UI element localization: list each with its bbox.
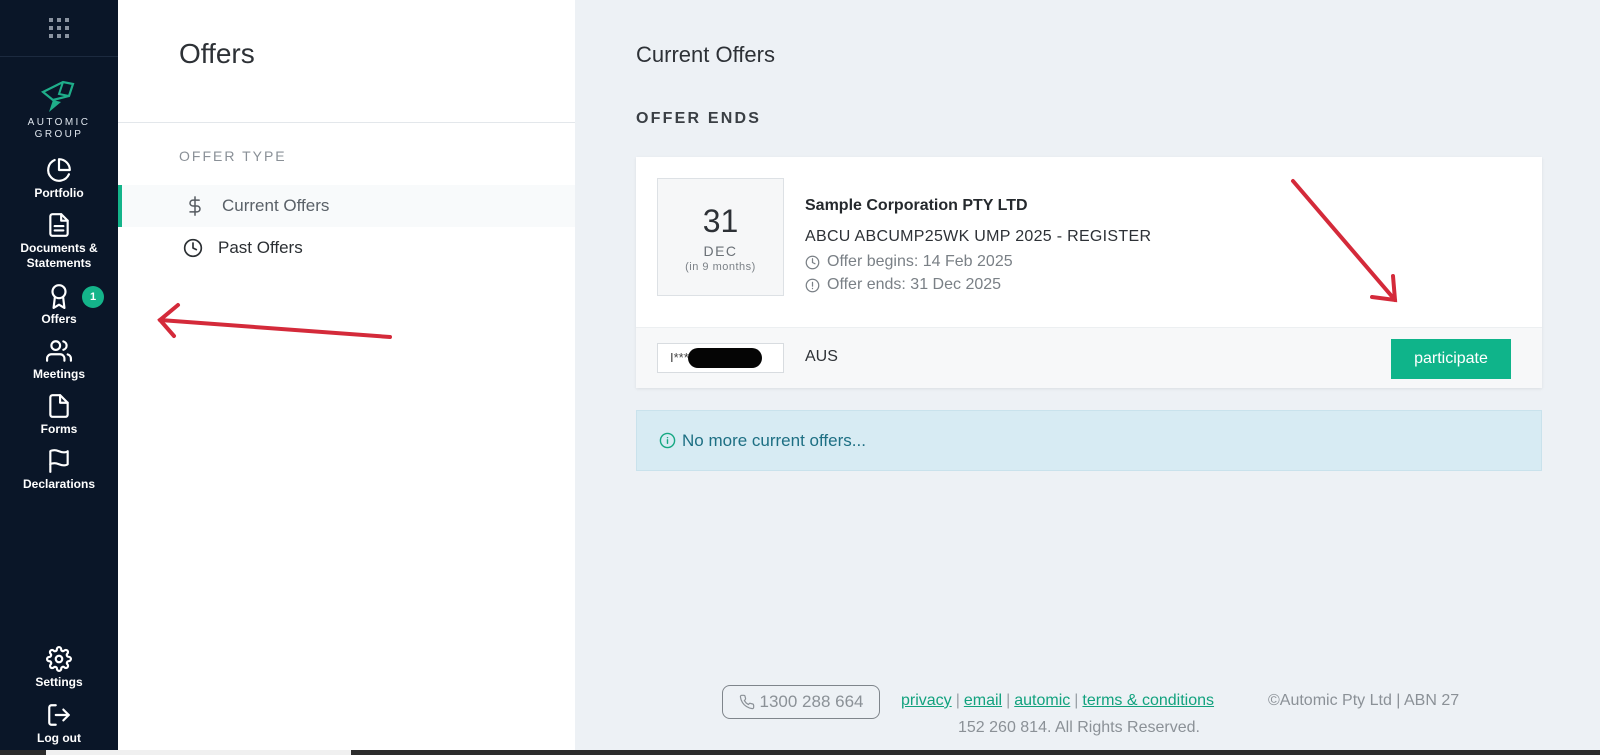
link-separator: | xyxy=(1006,692,1011,709)
offer-ends-heading: OFFER ENDS xyxy=(636,110,762,127)
holder-id: I*** xyxy=(657,343,784,373)
sidebar-item-declarations[interactable]: Declarations xyxy=(0,448,118,492)
offers-count-badge: 1 xyxy=(82,286,104,308)
sidebar-item-label: Forms xyxy=(40,422,78,436)
offer-begins-text: Offer begins: 14 Feb 2025 xyxy=(827,253,1013,270)
info-message: No more current offers... xyxy=(682,430,866,450)
offer-type-label: Current Offers xyxy=(222,196,330,215)
phone-icon xyxy=(739,694,754,710)
taskbar-segment xyxy=(46,750,351,755)
offers-panel: Offers OFFER TYPE Current Offers Past Of… xyxy=(118,0,575,755)
info-icon xyxy=(659,432,676,449)
privacy-link[interactable]: privacy xyxy=(901,692,952,709)
sidebar-item-settings[interactable]: Settings xyxy=(0,646,118,690)
offer-ends: Offer ends: 31 Dec 2025 xyxy=(805,276,1001,294)
gear-icon xyxy=(46,646,72,672)
logo-text-line1: AUTOMIC xyxy=(27,117,91,128)
sidebar-item-portfolio[interactable]: Portfolio xyxy=(0,157,118,201)
no-more-offers-alert: No more current offers... xyxy=(636,410,1542,471)
sidebar-item-forms[interactable]: Forms xyxy=(0,393,118,437)
panel-divider xyxy=(118,122,575,123)
award-icon xyxy=(51,284,67,309)
offer-card-footer: I*** AUS participate xyxy=(636,327,1542,388)
alert-circle-icon xyxy=(805,278,820,292)
sidebar-item-label: Meetings xyxy=(32,367,85,381)
logout-icon xyxy=(48,704,70,726)
grid-icon xyxy=(49,18,69,38)
link-separator: | xyxy=(955,692,960,709)
sidebar-item-documents[interactable]: Documents & Statements xyxy=(0,212,118,271)
app-grid-button[interactable] xyxy=(0,0,118,57)
offer-ends-text: Offer ends: 31 Dec 2025 xyxy=(827,276,1002,293)
end-relative: (in 9 months) xyxy=(685,261,756,273)
offer-begins: Offer begins: 14 Feb 2025 xyxy=(805,253,1013,271)
offer-card: 31 DEC (in 9 months) Sample Corporation … xyxy=(636,157,1542,388)
holder-country: AUS xyxy=(805,348,838,365)
sidebar-item-label: Offers xyxy=(41,312,77,326)
sidebar-item-label: Log out xyxy=(37,731,81,745)
sidebar-item-logout[interactable]: Log out xyxy=(0,702,118,746)
pie-chart-icon xyxy=(47,158,71,182)
automic-link[interactable]: automic xyxy=(1014,692,1070,709)
offer-type-past[interactable]: Past Offers xyxy=(118,227,575,269)
link-separator: | xyxy=(1074,692,1079,709)
sidebar-item-label-line2: Statements xyxy=(26,256,92,270)
taskbar-strip xyxy=(0,750,1600,755)
copyright-line2: 152 260 814. All Rights Reserved. xyxy=(958,719,1200,736)
sidebar-item-offers[interactable]: Offers 1 xyxy=(0,283,118,327)
page-title: Offers xyxy=(179,38,255,69)
sidebar-item-label: Settings xyxy=(35,675,83,689)
document-icon xyxy=(49,213,69,237)
sidebar-item-label: Declarations xyxy=(22,477,96,491)
flag-icon xyxy=(49,449,69,473)
footer-links: privacy | email | automic | terms & conditions xyxy=(901,692,1214,710)
phone-button[interactable]: 1300 288 664 xyxy=(722,685,880,719)
logo-text-line2: GROUP xyxy=(34,129,84,140)
automic-logo-icon xyxy=(40,80,75,112)
file-icon xyxy=(49,394,69,418)
email-link[interactable]: email xyxy=(964,692,1002,709)
clock-icon xyxy=(182,237,204,259)
main-title: Current Offers xyxy=(636,42,775,67)
automic-logo[interactable]: AUTOMIC GROUP xyxy=(0,78,118,140)
sidebar-item-meetings[interactable]: Meetings xyxy=(0,338,118,382)
offer-type-heading: OFFER TYPE xyxy=(179,148,287,164)
participate-button[interactable]: participate xyxy=(1391,339,1511,379)
offer-name: ABCU ABCUMP25WK UMP 2025 - REGISTER xyxy=(805,228,1152,245)
sidebar: AUTOMIC GROUP Portfolio Documents & Stat… xyxy=(0,0,118,755)
clock-icon xyxy=(805,255,820,269)
terms-link[interactable]: terms & conditions xyxy=(1082,692,1214,709)
phone-number: 1300 288 664 xyxy=(759,692,864,711)
offer-end-date-box: 31 DEC (in 9 months) xyxy=(657,178,784,296)
sidebar-item-label: Documents & xyxy=(20,241,98,255)
holder-prefix: I*** xyxy=(670,350,689,365)
offer-type-label: Past Offers xyxy=(218,238,303,257)
redaction-mask xyxy=(688,348,762,368)
copyright-line1: ©Automic Pty Ltd | ABN 27 xyxy=(1268,692,1460,709)
users-icon xyxy=(46,340,72,362)
end-day: 31 xyxy=(702,203,739,239)
sidebar-item-label: Portfolio xyxy=(34,186,84,200)
offer-company: Sample Corporation PTY LTD xyxy=(805,197,1028,214)
end-month: DEC xyxy=(703,243,738,259)
dollar-icon xyxy=(184,195,206,217)
offer-type-current[interactable]: Current Offers xyxy=(118,185,575,227)
